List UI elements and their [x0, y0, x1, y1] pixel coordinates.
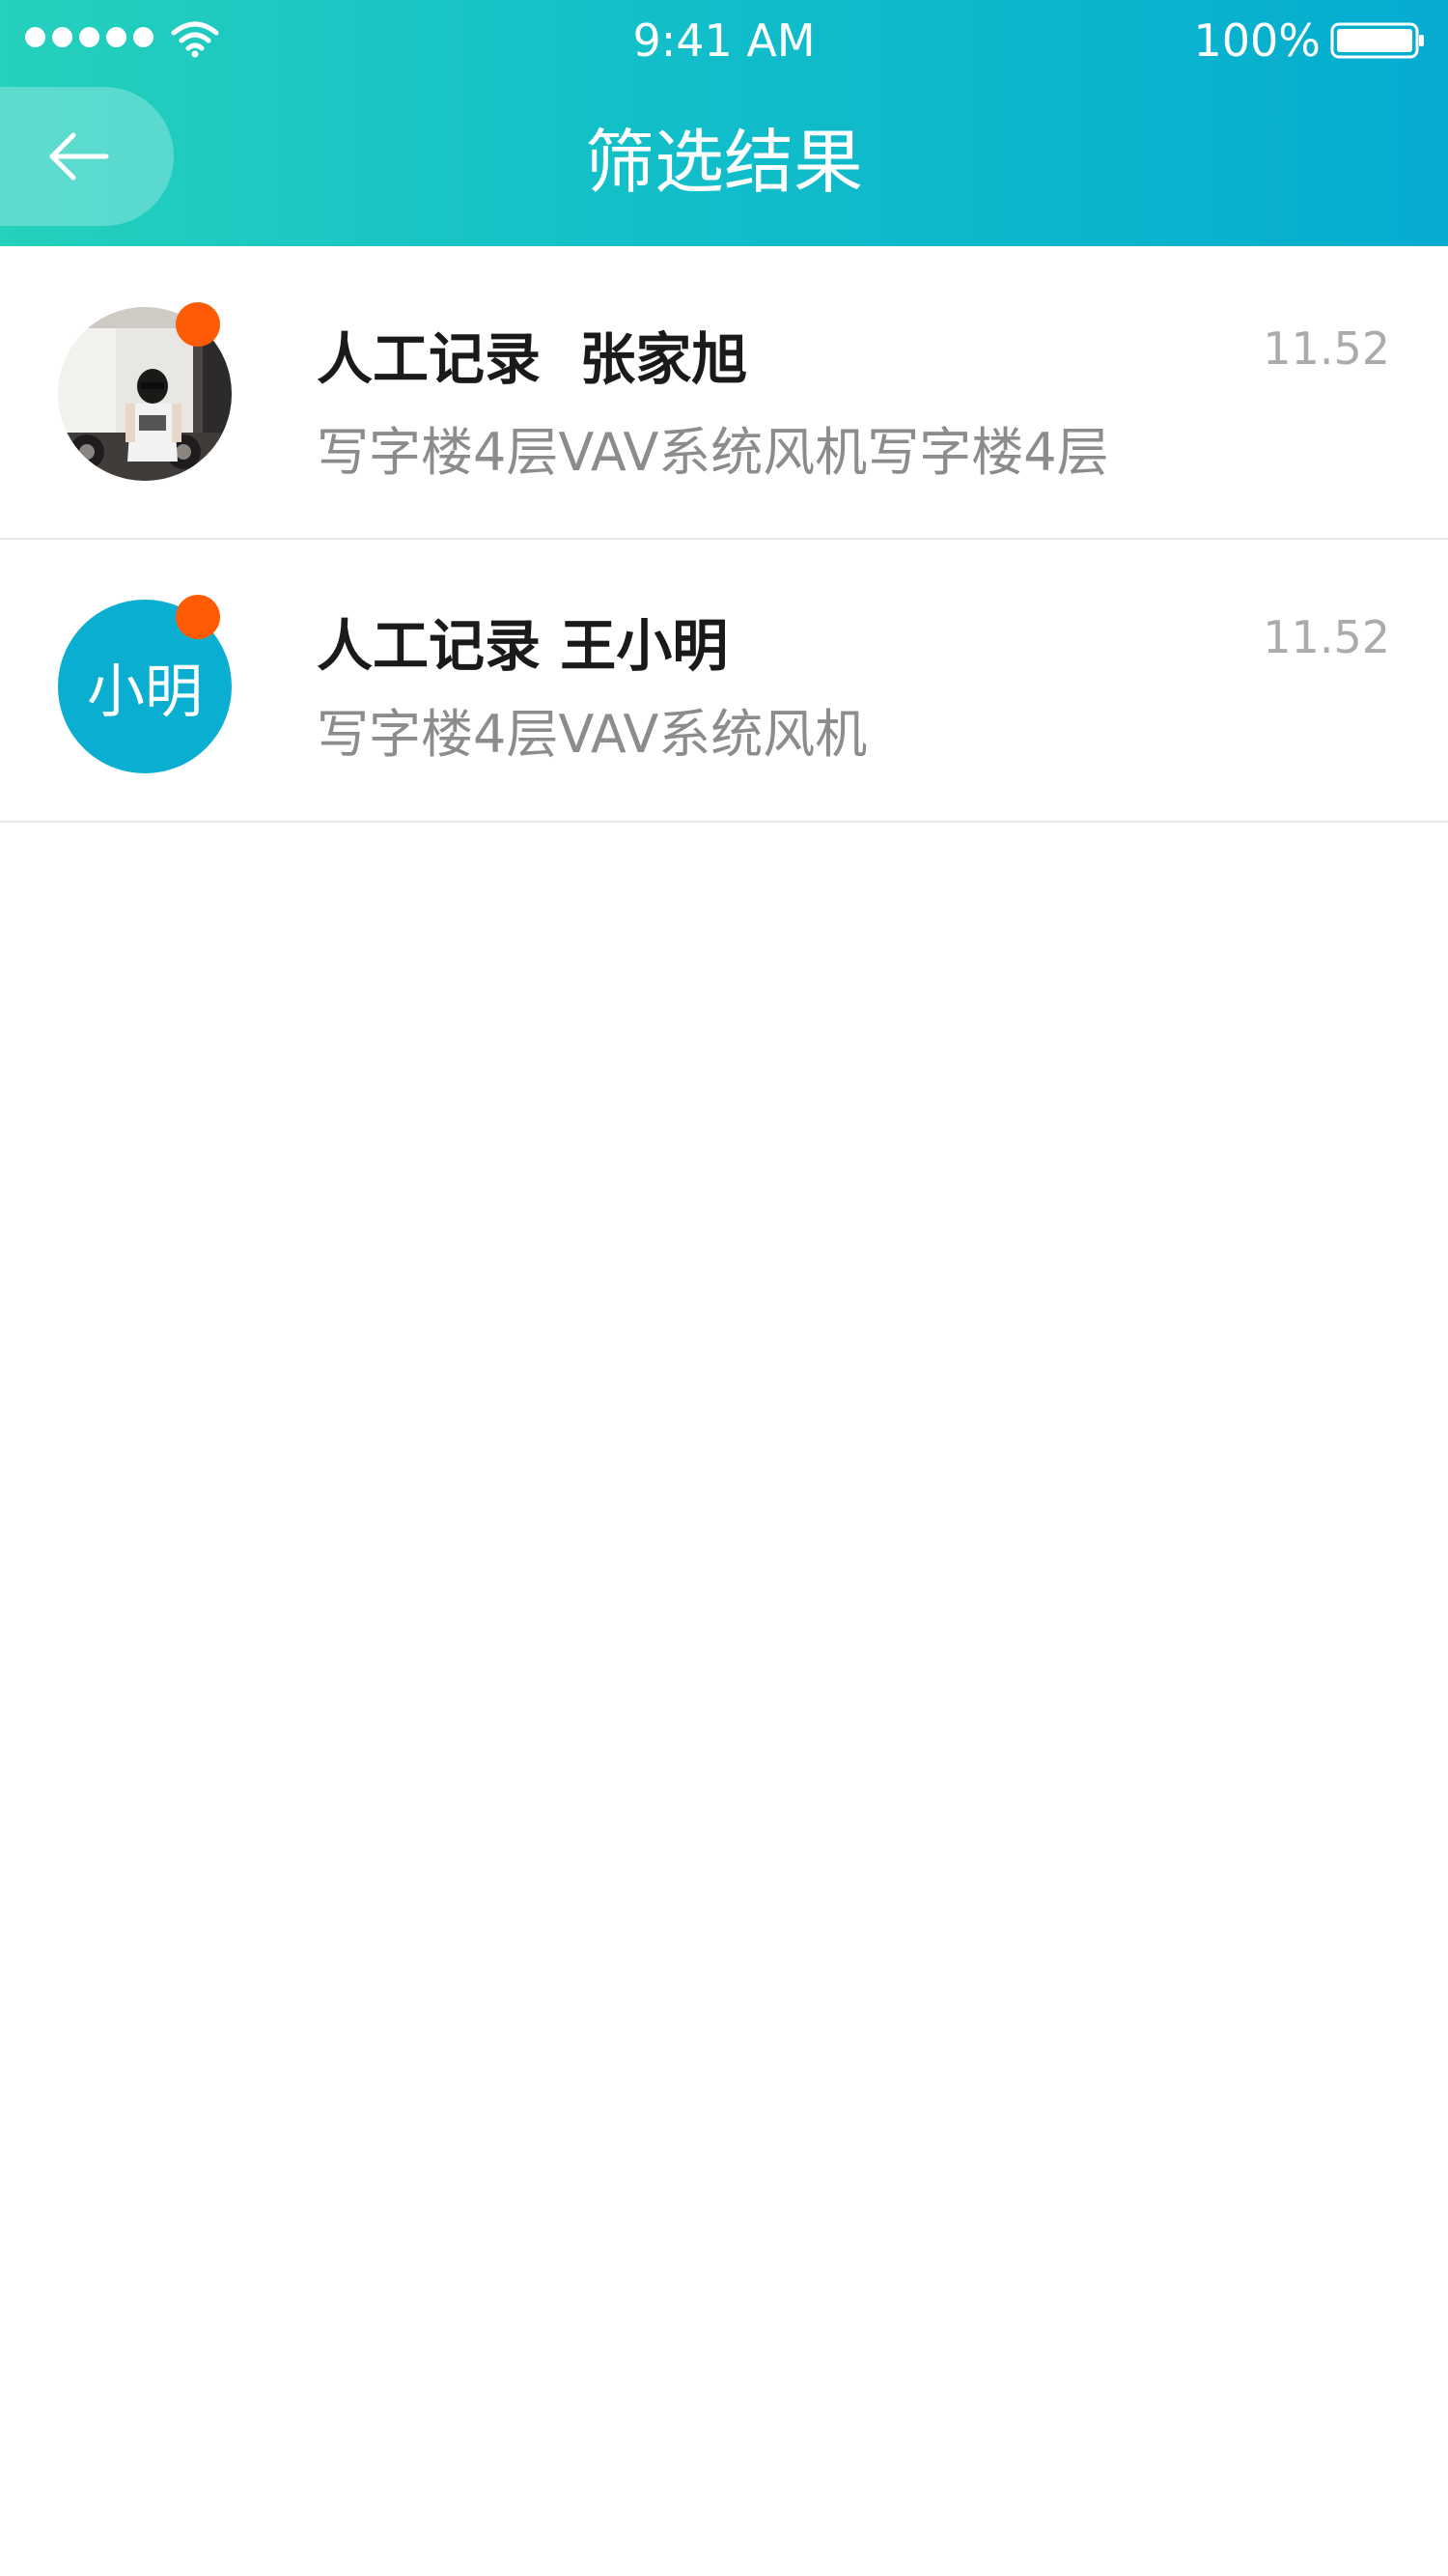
- result-list: 人工记录 张家旭 写字楼4层VAV系统风机写字楼4层 11.52 小明 人工记录…: [0, 246, 1448, 823]
- item-title: 人工记录 王小明: [317, 613, 729, 679]
- item-subtitle: 写字楼4层VAV系统风机: [317, 704, 868, 765]
- unread-badge: [176, 595, 220, 639]
- nav-bar: 筛选结果: [0, 81, 1448, 246]
- item-subtitle: 写字楼4层VAV系统风机写字楼4层: [317, 422, 1109, 483]
- item-title: 人工记录 张家旭: [317, 326, 748, 392]
- list-item[interactable]: 人工记录 张家旭 写字楼4层VAV系统风机写字楼4层 11.52: [0, 246, 1448, 540]
- list-item[interactable]: 小明 人工记录 王小明 写字楼4层VAV系统风机 11.52: [0, 540, 1448, 823]
- battery-icon: [1330, 22, 1424, 59]
- battery-percentage: 100%: [1193, 14, 1321, 67]
- page-title: 筛选结果: [584, 122, 863, 203]
- header: 9:41 AM 100% 筛选结果: [0, 0, 1448, 246]
- unread-badge: [176, 302, 220, 347]
- item-time: 11.52: [1263, 611, 1390, 663]
- status-bar: 9:41 AM 100%: [0, 0, 1448, 81]
- item-time: 11.52: [1263, 322, 1390, 375]
